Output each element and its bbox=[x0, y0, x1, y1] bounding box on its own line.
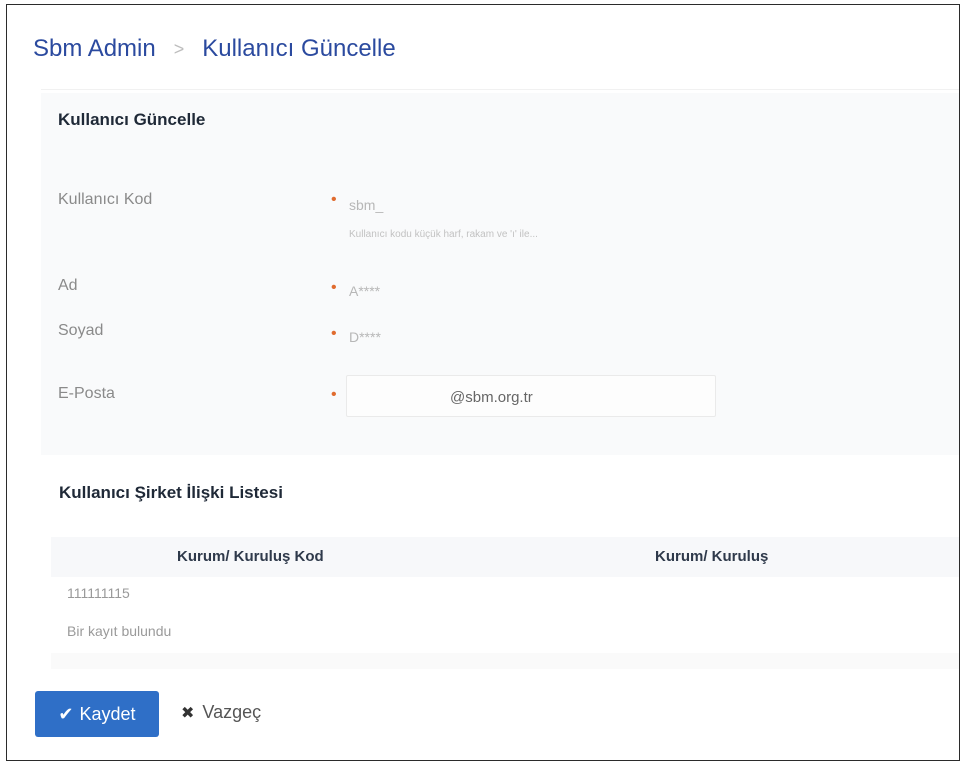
form-title: Kullanıcı Güncelle bbox=[58, 110, 206, 129]
page-frame: Sbm Admin > Kullanıcı Güncelle Kullanıcı… bbox=[6, 4, 960, 761]
ad-required-mark: • bbox=[331, 279, 337, 296]
soyad-label: Soyad bbox=[58, 322, 104, 339]
breadcrumb-current: Kullanıcı Güncelle bbox=[202, 35, 396, 62]
soyad-input[interactable]: D**** bbox=[349, 329, 381, 345]
cancel-button-label: Vazgeç bbox=[202, 702, 262, 722]
relations-table-header: Kurum/ Kuruluş Kod Kurum/ Kuruluş bbox=[51, 537, 959, 577]
times-icon: ✖ bbox=[181, 704, 195, 722]
breadcrumb-separator: > bbox=[173, 38, 185, 59]
record-count: Bir kayıt bulundu bbox=[67, 623, 172, 639]
kod-label: Kullanıcı Kod bbox=[58, 191, 153, 208]
eposta-value: @sbm.org.tr bbox=[450, 389, 533, 406]
header-divider bbox=[41, 89, 959, 90]
relations-title: Kullanıcı Şirket İlişki Listesi bbox=[59, 483, 283, 502]
breadcrumb: Sbm Admin > Kullanıcı Güncelle bbox=[33, 35, 396, 63]
kod-hint: Kullanıcı kodu küçük harf, rakam ve 'ı' … bbox=[349, 229, 538, 240]
cancel-button[interactable]: ✖ Vazgeç bbox=[181, 702, 261, 723]
eposta-required-mark: • bbox=[331, 386, 337, 403]
save-button-label: Kaydet bbox=[79, 703, 136, 724]
table-footer bbox=[51, 653, 959, 669]
eposta-label: E-Posta bbox=[58, 385, 115, 402]
save-button[interactable]: ✔ Kaydet bbox=[35, 691, 159, 737]
check-icon: ✔ bbox=[58, 703, 74, 724]
soyad-required-mark: • bbox=[331, 325, 337, 342]
ad-input[interactable]: A**** bbox=[349, 283, 380, 299]
ad-label: Ad bbox=[58, 277, 78, 294]
kod-required-mark: • bbox=[331, 191, 337, 208]
table-row-kod-cell: 111111115 bbox=[67, 585, 130, 601]
breadcrumb-root-link[interactable]: Sbm Admin bbox=[33, 35, 156, 63]
column-header-kod[interactable]: Kurum/ Kuruluş Kod bbox=[177, 548, 324, 565]
user-form-panel: Kullanıcı Güncelle Kullanıcı Kod • sbm_ … bbox=[41, 93, 959, 455]
kod-input[interactable]: sbm_ bbox=[349, 197, 383, 213]
column-header-kurulus[interactable]: Kurum/ Kuruluş bbox=[655, 548, 768, 565]
eposta-input[interactable]: @sbm.org.tr bbox=[346, 375, 716, 417]
